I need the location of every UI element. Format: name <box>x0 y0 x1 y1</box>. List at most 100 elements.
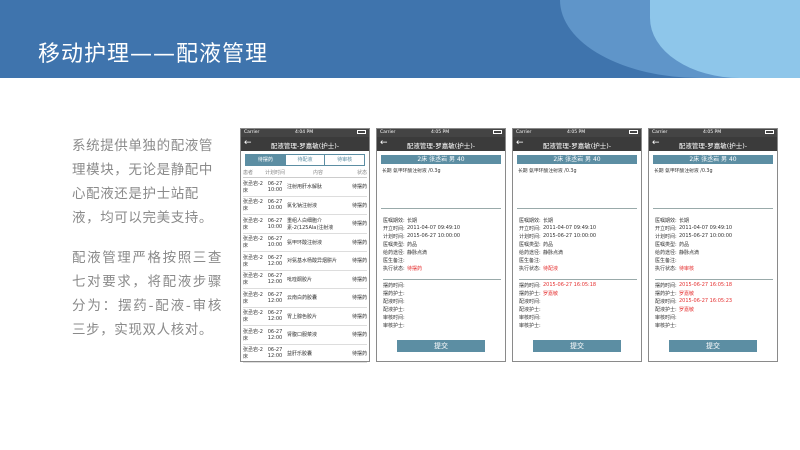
divider <box>381 208 501 209</box>
field-label: 开立时间: <box>383 226 405 232</box>
tab-to-review[interactable]: 待审核 <box>325 155 364 165</box>
field-label: 审核护士: <box>519 323 541 329</box>
row-time: 06-27 12:00 <box>267 310 283 323</box>
submit-button[interactable]: 提交 <box>397 340 485 352</box>
field-label: 配液时间: <box>383 299 405 305</box>
column-header-content: 内容 <box>312 170 323 176</box>
row-patient: 张丞岩-2床 <box>243 199 263 213</box>
status-time: 4:05 PM <box>567 130 586 135</box>
order-term: 长期 <box>518 169 528 174</box>
field-value: 2015-06-27 10:00:00 <box>543 233 597 239</box>
detail-field: 医生备注: <box>519 257 637 265</box>
field-value: 药品 <box>543 242 554 248</box>
row-patient: 张丞岩-2床 <box>243 347 263 361</box>
row-content: 云南白药胶囊 <box>287 295 318 302</box>
detail-field: 审核护士: <box>383 322 501 330</box>
field-value: 2015-06-27 10:00:00 <box>407 233 461 239</box>
detail-field: 医生备注: <box>655 257 773 265</box>
table-row[interactable]: 张丞岩-2床 06-27 12:00 吡喹酮胶片 待摆药 <box>243 271 367 289</box>
workflow-detail: 摆药时间: 摆药护士: 配液时间: 配液护士: 审核时间: 审核护士: <box>383 279 501 330</box>
divider <box>517 208 637 209</box>
row-time: 06-27 12:00 <box>267 347 283 360</box>
exec-status-value: 待摆药 <box>407 266 423 272</box>
row-status: 待摆药 <box>351 276 367 283</box>
detail-field: 医生备注: <box>383 257 501 265</box>
detail-field: 摆药护士: 罗嘉敏 <box>519 290 637 298</box>
row-patient: 张丞岩-2床 <box>243 291 263 305</box>
column-header-patient: 患者 <box>243 170 254 176</box>
column-header-time: 计划时间 <box>265 170 286 176</box>
status-bar: Carrier 4:05 PM <box>649 129 777 137</box>
battery-icon <box>765 130 774 134</box>
detail-field: 医嘱期效: 长期 <box>383 217 501 225</box>
detail-field: 摆药时间: 2015-06-27 16:05:18 <box>655 282 773 290</box>
field-label: 审核护士: <box>383 323 405 329</box>
table-row[interactable]: 张丞岩-2床 06-27 10:00 氯化钠注射液 待摆药 <box>243 197 367 215</box>
detail-field: 摆药护士: 罗嘉敏 <box>655 290 773 298</box>
drug-name: 氨甲环酸注射液 /0.3g <box>529 169 577 174</box>
status-time: 4:05 PM <box>431 130 450 135</box>
detail-field: 执行状态: 待审核 <box>655 265 773 273</box>
field-label: 医生备注: <box>519 258 541 264</box>
detail-field: 配液护士: <box>519 306 637 314</box>
status-bar: Carrier 4:05 PM <box>513 129 641 137</box>
field-value: 静脉点滴 <box>679 250 700 256</box>
submit-button[interactable]: 提交 <box>669 340 757 352</box>
order-detail: 医嘱期效: 长期 开立时间: 2011-04-07 09:49:10 计划时间: 2015… <box>519 217 637 273</box>
row-content: 对氨基水杨酸异烟肼片 <box>287 258 338 265</box>
detail-field: 给药途径: 静脉点滴 <box>383 249 501 257</box>
drug-name: 氨甲环酸注射液 /0.3g <box>393 169 441 174</box>
table-row[interactable]: 张丞岩-2床 06-27 12:00 益肝乐胶囊 待摆药 <box>243 345 367 363</box>
row-patient: 张丞岩-2床 <box>243 254 263 268</box>
nav-title: 配液管理-罗嘉敏(护士)- <box>678 142 748 150</box>
detail-field: 配液时间: 2015-06-27 16:05:23 <box>655 298 773 306</box>
status-tabs: 待摆药 待配液 待审核 <box>245 154 365 166</box>
detail-field: 给药途径: 静脉点滴 <box>519 249 637 257</box>
status-time: 4:05 PM <box>703 130 722 135</box>
detail-field: 配液护士: 罗嘉敏 <box>655 306 773 314</box>
detail-field: 配液时间: <box>383 298 501 306</box>
status-bar: Carrier 4:04 PM <box>241 129 369 137</box>
detail-field: 医嘱类型: 药品 <box>383 241 501 249</box>
detail-field: 计划时间: 2015-06-27 10:00:00 <box>655 233 773 241</box>
description-paragraph-1: 系统提供单独的配液管理模块，无论是静配中心配液还是护士站配液，均可以完美支持。 <box>72 138 213 226</box>
tab-to-dispense[interactable]: 待摆药 <box>246 155 286 165</box>
field-label: 医生备注: <box>383 258 405 264</box>
table-row[interactable]: 张丞岩-2床 06-27 10:00 重组人白细胞介素-2(125Ala)注射液 待摆… <box>243 215 367 234</box>
table-row[interactable]: 张丞岩-2床 06-27 12:00 胃上腺色胶片 待摆药 <box>243 308 367 326</box>
battery-icon <box>357 130 366 134</box>
field-label: 医嘱期效: <box>519 218 541 224</box>
table-row[interactable]: 张丞岩-2床 06-27 12:00 对氨基水杨酸异烟肼片 待摆药 <box>243 252 367 271</box>
table-row[interactable]: 张丞岩-2床 06-27 12:00 云南白药胶囊 待摆药 <box>243 289 367 308</box>
detail-field: 医嘱期效: 长期 <box>519 217 637 225</box>
status-bar: Carrier 4:05 PM <box>377 129 505 137</box>
row-patient: 张丞岩-2床 <box>243 310 263 324</box>
tab-to-mix[interactable]: 待配液 <box>286 155 326 165</box>
detail-field: 计划时间: 2015-06-27 10:00:00 <box>383 233 501 241</box>
field-value: 2011-04-07 09:49:10 <box>679 225 733 231</box>
field-label: 给药途径: <box>655 250 677 256</box>
row-content: 胃上腺色胶片 <box>287 313 318 320</box>
table-row[interactable]: 张丞岩-2床 06-27 12:00 肾腹口服菜液 待摆药 <box>243 326 367 345</box>
nav-bar: ← 配液管理-罗嘉敏(护士)- <box>513 137 641 151</box>
row-status: 待摆药 <box>351 313 367 320</box>
detail-field: 开立时间: 2011-04-07 09:49:10 <box>655 225 773 233</box>
row-time: 06-27 10:00 <box>267 199 283 212</box>
carrier-label: Carrier <box>380 130 396 135</box>
row-status: 待摆药 <box>351 239 367 246</box>
row-patient: 张丞岩-2床 <box>243 273 263 287</box>
row-content: 肾腹口服菜液 <box>287 332 318 339</box>
row-time: 06-27 10:00 <box>267 180 283 193</box>
field-label: 配液护士: <box>383 307 405 313</box>
row-time: 06-27 10:00 <box>267 217 283 230</box>
order-detail: 医嘱期效: 长期 开立时间: 2011-04-07 09:49:10 计划时间: 2015… <box>655 217 773 273</box>
table-row[interactable]: 张丞岩-2床 06-27 10:00 氨甲环酸注射液 待摆药 <box>243 234 367 252</box>
submit-button[interactable]: 提交 <box>533 340 621 352</box>
field-label: 计划时间: <box>655 234 677 240</box>
detail-field: 执行状态: 待配液 <box>519 265 637 273</box>
detail-field: 摆药时间: 2015-06-27 16:05:18 <box>519 282 637 290</box>
field-label: 审核时间: <box>519 315 541 321</box>
table-row[interactable]: 张丞岩-2床 06-27 10:00 注射用肝水解肽 待摆药 <box>243 178 367 197</box>
mix-nurse-value: 罗嘉敏 <box>679 307 695 313</box>
row-patient: 张丞岩-2床 <box>243 236 263 250</box>
